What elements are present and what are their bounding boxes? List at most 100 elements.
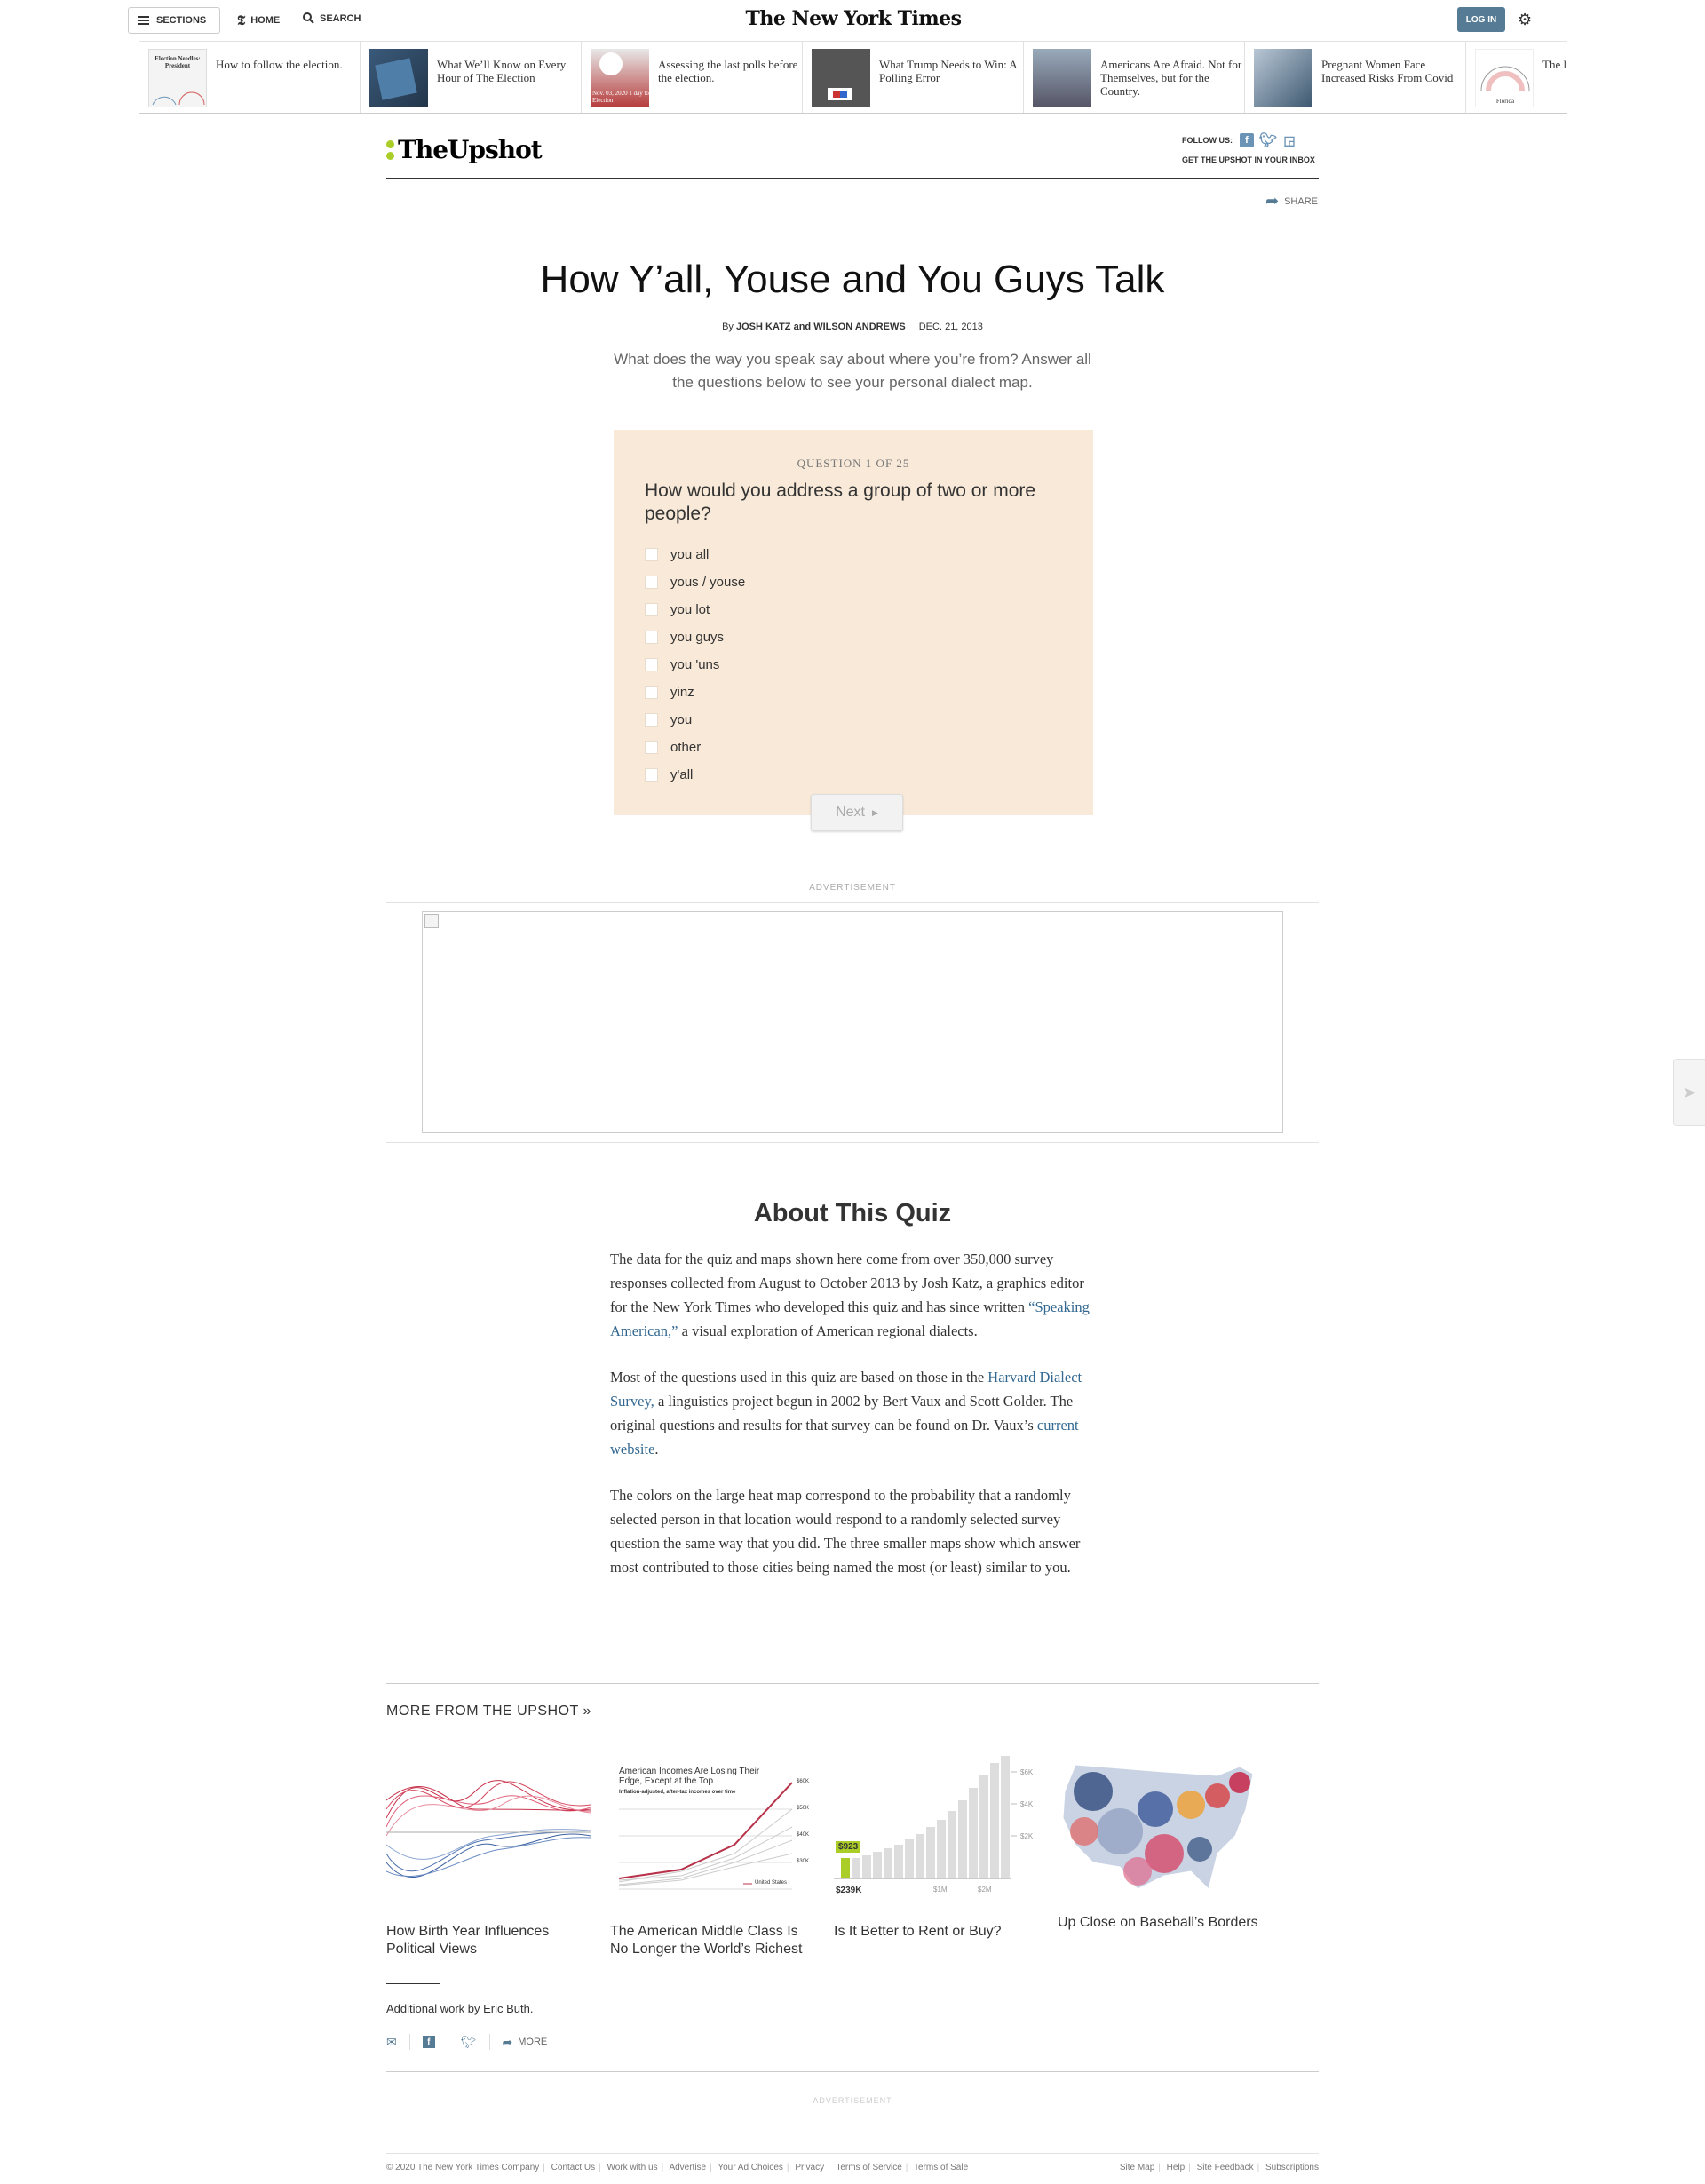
nyt-logo[interactable]: The New York Times <box>139 7 1567 30</box>
story-thumbnail <box>1058 1756 1262 1900</box>
page-title: How Y’all, Youse and You Guys Talk <box>540 258 1165 301</box>
footer-link[interactable]: Terms of Sale <box>914 2163 968 2172</box>
ribbon-title: Pregnant Women Face Increased Risks From… <box>1321 58 1454 84</box>
story-card[interactable]: $923 $239K $1M $2M $6K $4K $2K Is It Bet… <box>834 1756 1038 1958</box>
twitter-icon[interactable]: 🐦︎ <box>448 2034 490 2050</box>
story-thumbnail <box>386 1756 591 1907</box>
footer-link[interactable]: Site Map <box>1120 2163 1154 2172</box>
svg-text:$30K: $30K <box>797 1859 809 1864</box>
next-article-arrow[interactable]: ➤ <box>1673 1059 1705 1126</box>
about-paragraph: Most of the questions used in this quiz … <box>610 1369 1082 1457</box>
upshot-logo[interactable]: TheUpshot <box>386 135 543 164</box>
story-card[interactable]: Up Close on Baseball’s Borders <box>1058 1756 1262 1958</box>
ribbon-item[interactable]: Election Needles: President How to follo… <box>139 42 361 113</box>
ribbon-thumbnail: Election Needles: President <box>148 49 207 107</box>
ribbon-thumbnail: Nov. 03, 2020 1 day to Election <box>591 49 649 107</box>
checkbox[interactable] <box>645 658 658 671</box>
more-from-upshot-heading[interactable]: MORE FROM THE UPSHOT » <box>386 1704 591 1719</box>
newsletter-link[interactable]: GET THE UPSHOT IN YOUR INBOX <box>1182 155 1315 164</box>
footer-link[interactable]: Privacy <box>795 2163 824 2172</box>
needle-gauge-icon <box>152 91 205 106</box>
checkbox[interactable] <box>645 603 658 616</box>
answer-options: you all yous / youse you lot you guys yo… <box>645 541 745 789</box>
footer-link[interactable]: Site Feedback <box>1197 2163 1254 2172</box>
story-title: Is It Better to Rent or Buy? <box>834 1924 1002 1939</box>
ribbon-item[interactable]: What Trump Needs to Win: A Polling Error <box>803 42 1024 113</box>
checkbox[interactable] <box>645 548 658 561</box>
facebook-icon[interactable]: f <box>1240 133 1254 147</box>
ribbon-item[interactable]: Americans Are Afraid. Not for Themselves… <box>1024 42 1245 113</box>
answer-option[interactable]: you all <box>645 541 745 568</box>
ribbon-thumb-text: Election Needles: President <box>155 55 201 69</box>
email-icon[interactable]: ✉ <box>386 2034 410 2050</box>
svg-text:$60K: $60K <box>797 1779 809 1784</box>
broken-image-icon <box>424 914 439 928</box>
question-text: How would you address a group of two or … <box>645 480 1036 524</box>
gauge-icon <box>1480 66 1530 91</box>
about-body: The data for the quiz and maps shown her… <box>610 1247 1098 1601</box>
svg-text:$50K: $50K <box>797 1806 809 1811</box>
authors: JOSH KATZ and WILSON ANDREWS <box>736 322 906 332</box>
upshot-dots-icon <box>386 139 394 160</box>
checkbox[interactable] <box>645 686 658 699</box>
thumb-badge: $923 <box>836 1841 861 1853</box>
ribbon-item[interactable]: Nov. 03, 2020 1 day to Election Assessin… <box>582 42 803 113</box>
more-share-button[interactable]: ➦ MORE <box>490 2034 560 2050</box>
story-title: How Birth Year Influences Political View… <box>386 1924 550 1957</box>
footer-link[interactable]: Work with us <box>607 2163 658 2172</box>
answer-option[interactable]: you lot <box>645 596 745 623</box>
quiz-card: QUESTION 1 OF 25 How would you address a… <box>614 430 1093 815</box>
ad-banner[interactable] <box>422 911 1283 1133</box>
answer-option[interactable]: y'all <box>645 761 745 789</box>
about-paragraph: The data for the quiz and maps shown her… <box>610 1251 1090 1339</box>
about-heading: About This Quiz <box>753 1199 952 1227</box>
answer-option[interactable]: you guys <box>645 623 745 651</box>
ribbon-item[interactable]: Florida The l NC E to Ex <box>1466 42 1567 113</box>
byline: By JOSH KATZ and WILSON ANDREWS DEC. 21,… <box>722 322 983 332</box>
footer-link[interactable]: Terms of Service <box>836 2163 901 2172</box>
credits-rule <box>386 1983 440 1984</box>
answer-option[interactable]: other <box>645 734 745 761</box>
ribbon-thumbnail <box>1254 49 1312 107</box>
footer-link[interactable]: Your Ad Choices <box>718 2163 783 2172</box>
footer-link[interactable]: Contact Us <box>551 2163 595 2172</box>
more-divider <box>386 1683 1319 1684</box>
about-paragraph: The colors on the large heat map corresp… <box>610 1487 1081 1576</box>
next-label: Next <box>836 805 865 820</box>
ribbon-thumbnail: Florida <box>1475 49 1534 107</box>
checkbox[interactable] <box>645 741 658 754</box>
share-button[interactable]: ➦ SHARE <box>1265 192 1318 210</box>
ribbon-title: Assessing the last polls before the elec… <box>658 58 798 84</box>
rent-buy-chart-icon <box>834 1756 1017 1879</box>
login-button[interactable]: LOG IN <box>1457 7 1505 32</box>
answer-option[interactable]: yous / youse <box>645 568 745 596</box>
rss-icon[interactable]: ◲ <box>1282 133 1297 147</box>
ribbon-thumbnail <box>812 49 870 107</box>
share-icon: ➦ <box>502 2034 513 2049</box>
checkbox[interactable] <box>645 713 658 727</box>
footer-link[interactable]: Advertise <box>669 2163 706 2172</box>
story-card[interactable]: How Birth Year Influences Political View… <box>386 1756 591 1958</box>
story-card[interactable]: American Incomes Are Losing Their Edge, … <box>610 1756 814 1958</box>
footer-link[interactable]: Subscriptions <box>1265 2163 1319 2172</box>
ribbon-title: How to follow the election. <box>216 58 343 71</box>
footer-link[interactable]: Help <box>1167 2163 1186 2172</box>
checkbox[interactable] <box>645 576 658 589</box>
svg-text:$40K: $40K <box>797 1832 809 1838</box>
gear-icon[interactable]: ⚙ <box>1518 11 1532 29</box>
answer-option[interactable]: you 'uns <box>645 651 745 679</box>
answer-option[interactable]: you <box>645 706 745 734</box>
checkbox[interactable] <box>645 631 658 644</box>
ribbon-item[interactable]: What We’ll Know on Every Hour of The Ele… <box>361 42 582 113</box>
ribbon-item[interactable]: Pregnant Women Face Increased Risks From… <box>1245 42 1466 113</box>
follow-label: FOLLOW US: <box>1182 136 1233 145</box>
top-nav: SECTIONS 𝕿 HOME SEARCH The New York Time… <box>128 0 1567 41</box>
checkbox[interactable] <box>645 768 658 782</box>
twitter-icon[interactable]: 🐦︎ <box>1259 133 1277 148</box>
ribbon-title: What We’ll Know on Every Hour of The Ele… <box>437 58 567 84</box>
facebook-icon[interactable]: f <box>410 2034 448 2050</box>
thumb-y-label: $4K <box>1020 1800 1034 1808</box>
answer-option[interactable]: yinz <box>645 679 745 706</box>
next-button[interactable]: Next ▶ <box>811 794 903 831</box>
share-icon: ➦ <box>1265 192 1280 210</box>
